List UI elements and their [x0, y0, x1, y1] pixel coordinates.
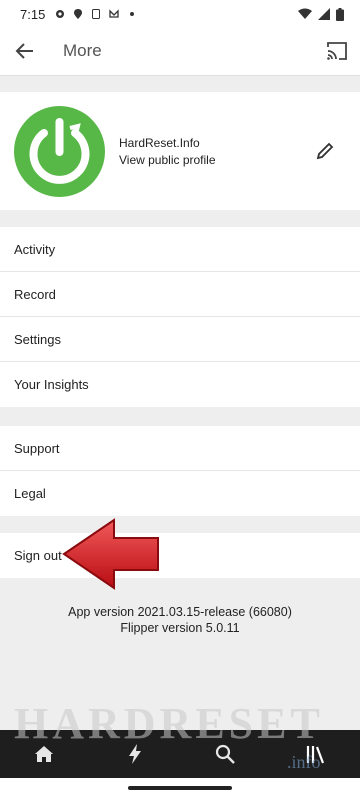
bolt-icon[interactable] [124, 743, 146, 765]
red-arrow-icon [62, 518, 159, 590]
signal-icon [318, 8, 330, 20]
status-time: 7:15 [20, 6, 46, 22]
menu-item-your-insights[interactable]: Your Insights [0, 362, 360, 407]
menu-group-help: Support Legal [0, 426, 360, 516]
sign-out-button[interactable]: Sign out [0, 533, 360, 578]
view-profile-link[interactable]: View public profile [119, 153, 216, 167]
gesture-bar [0, 778, 360, 800]
menu-group-account: Sign out [0, 533, 360, 578]
back-arrow-icon[interactable] [14, 40, 36, 62]
battery-icon [336, 7, 344, 21]
menu-item-support[interactable]: Support [0, 426, 360, 471]
search-icon[interactable] [214, 743, 236, 765]
menu-item-settings[interactable]: Settings [0, 317, 360, 362]
cast-icon[interactable] [326, 41, 348, 61]
gear-icon [56, 10, 65, 18]
sim-icon [92, 9, 101, 19]
location-icon [74, 9, 83, 19]
power-icon [29, 118, 90, 184]
menu-item-activity[interactable]: Activity [0, 227, 360, 272]
wifi-icon [298, 8, 312, 19]
menu-item-record[interactable]: Record [0, 272, 360, 317]
dot-icon [130, 12, 135, 16]
avatar[interactable] [14, 106, 105, 197]
profile-name: HardReset.Info [119, 136, 200, 150]
profile-card[interactable]: HardReset.Info View public profile [0, 92, 360, 210]
home-indicator[interactable] [128, 786, 232, 790]
pencil-icon[interactable] [316, 142, 334, 160]
status-bar: 7:15 [0, 0, 360, 28]
app-version: App version 2021.03.15-release (66080) [68, 605, 292, 619]
home-icon[interactable] [33, 743, 55, 765]
page-title: More [63, 41, 102, 60]
watermark-suffix: .info [287, 752, 321, 772]
version-info: App version 2021.03.15-release (66080) F… [0, 604, 360, 636]
menu-item-legal[interactable]: Legal [0, 471, 360, 516]
app-bar: More [0, 28, 360, 76]
menu-group-main: Activity Record Settings Your Insights [0, 227, 360, 407]
flipper-version: Flipper version 5.0.11 [120, 621, 240, 635]
gmail-icon [109, 9, 119, 18]
